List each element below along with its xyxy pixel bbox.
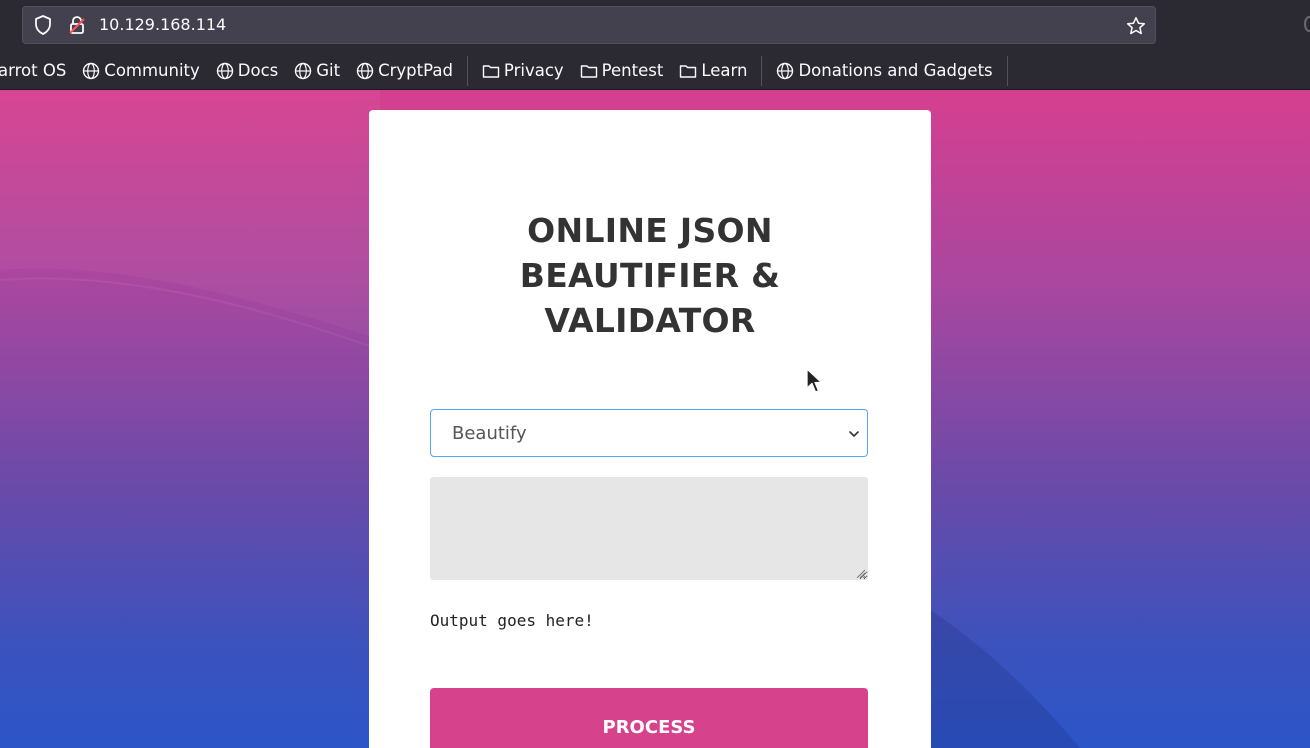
title-line: VALIDATOR: [544, 301, 756, 340]
bookmark-cryptpad[interactable]: CryptPad: [348, 56, 461, 86]
bookmark-label: Learn: [701, 61, 748, 80]
process-button[interactable]: PROCESS: [430, 688, 868, 748]
page-background: ONLINE JSON BEAUTIFIER & VALIDATOR Beaut…: [0, 90, 1310, 748]
page-title: ONLINE JSON BEAUTIFIER & VALIDATOR: [369, 208, 931, 343]
json-input[interactable]: [430, 477, 868, 580]
bookmark-label: CryptPad: [378, 61, 453, 80]
bookmark-separator: [466, 55, 468, 86]
mode-select-value: Beautify: [452, 423, 527, 444]
url-text[interactable]: 10.129.168.114: [99, 7, 226, 43]
browser-toolbar: 10.129.168.114: [0, 0, 1310, 52]
output-text: Output goes here!: [430, 611, 594, 630]
folder-icon: [580, 64, 597, 78]
shield-icon[interactable]: [33, 15, 53, 35]
bookmark-parrot-os[interactable]: arrot OS: [0, 56, 74, 86]
bookmark-separator: [1006, 55, 1008, 86]
address-bar[interactable]: 10.129.168.114: [22, 6, 1156, 44]
bookmark-donations[interactable]: Donations and Gadgets: [768, 56, 1000, 86]
bookmark-folder-learn[interactable]: Learn: [671, 56, 755, 86]
chevron-down-icon: [849, 431, 859, 437]
bookmark-community[interactable]: Community: [74, 56, 208, 86]
globe-icon: [83, 62, 100, 79]
globe-icon: [777, 62, 794, 79]
bookmarks-toolbar: arrot OS Community Docs Git CryptPad Pri…: [0, 52, 1310, 90]
bookmark-folder-pentest[interactable]: Pentest: [572, 56, 672, 86]
beautifier-card: ONLINE JSON BEAUTIFIER & VALIDATOR Beaut…: [369, 110, 931, 748]
bookmark-star-icon[interactable]: [1125, 15, 1147, 37]
folder-icon: [482, 64, 500, 78]
mode-select[interactable]: Beautify: [430, 409, 868, 457]
overflow-icon: [1304, 16, 1310, 32]
bookmark-label: arrot OS: [0, 61, 67, 80]
title-line: ONLINE JSON: [527, 211, 773, 250]
bookmark-docs[interactable]: Docs: [208, 56, 286, 86]
bookmark-label: Git: [316, 61, 341, 80]
title-line: BEAUTIFIER &: [519, 256, 781, 295]
bookmark-git[interactable]: Git: [286, 56, 348, 86]
mouse-cursor-icon: [806, 368, 823, 393]
bookmark-folder-privacy[interactable]: Privacy: [474, 56, 572, 86]
folder-icon: [680, 64, 697, 78]
bookmark-label: Donations and Gadgets: [798, 61, 993, 80]
globe-icon: [295, 62, 312, 79]
bookmark-label: Docs: [237, 61, 279, 80]
bookmark-label: Privacy: [503, 61, 564, 80]
bookmark-label: Pentest: [601, 61, 664, 80]
bookmark-label: Community: [104, 61, 200, 80]
globe-icon: [216, 62, 233, 79]
globe-icon: [356, 62, 374, 79]
bookmark-separator: [761, 55, 763, 86]
insecure-lock-icon[interactable]: [67, 15, 87, 35]
